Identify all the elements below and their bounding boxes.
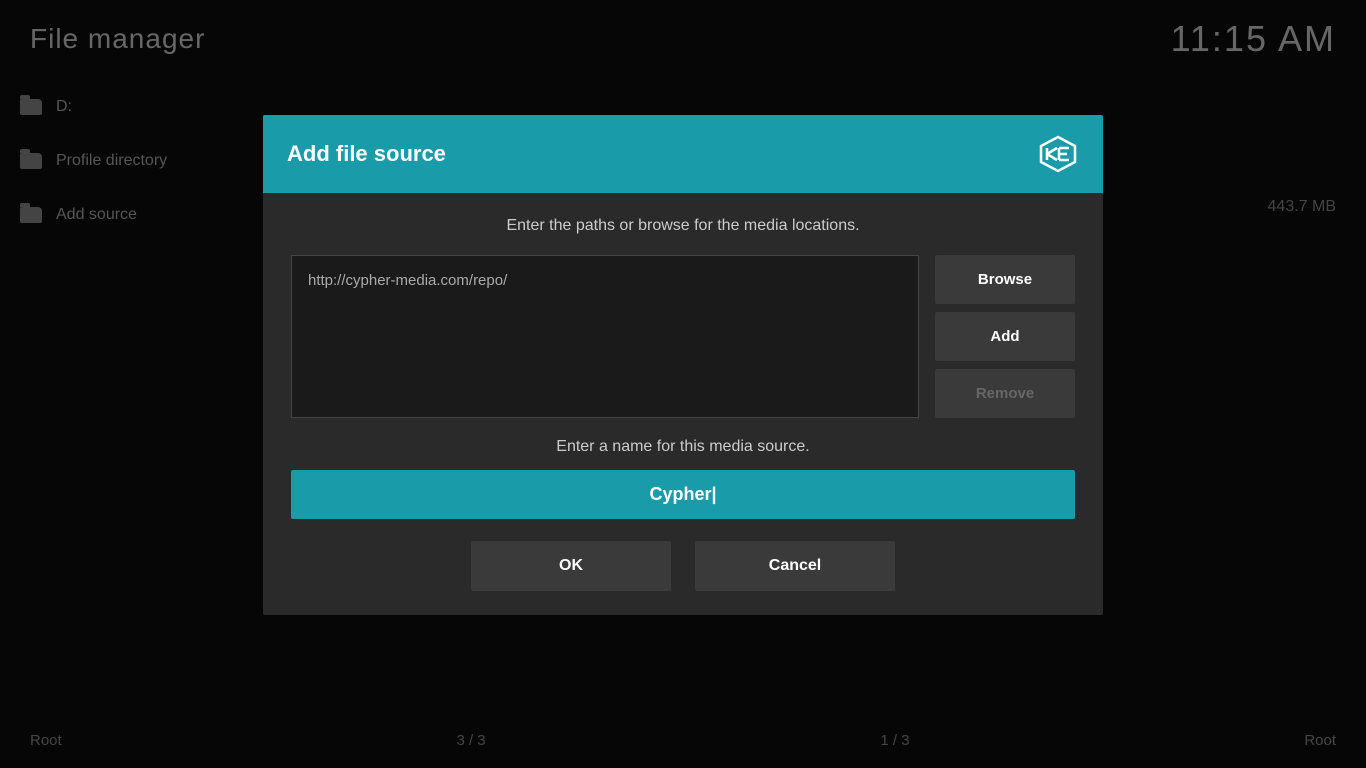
media-name-input[interactable]: Cypher| (291, 470, 1075, 519)
add-button[interactable]: Add (935, 312, 1075, 361)
dialog-title: Add file source (287, 141, 446, 167)
kodi-logo-icon (1037, 133, 1079, 175)
dialog-actions: OK Cancel (291, 541, 1075, 591)
add-file-source-dialog: Add file source Enter the paths or brows… (263, 115, 1103, 615)
ok-button[interactable]: OK (471, 541, 671, 591)
path-input-area[interactable]: http://cypher-media.com/repo/ (291, 255, 919, 418)
dialog-body: Enter the paths or browse for the media … (263, 193, 1103, 615)
cancel-button[interactable]: Cancel (695, 541, 895, 591)
name-instruction: Enter a name for this media source. (291, 438, 1075, 456)
browse-button[interactable]: Browse (935, 255, 1075, 304)
path-section: http://cypher-media.com/repo/ Browse Add… (291, 255, 1075, 418)
remove-button[interactable]: Remove (935, 369, 1075, 418)
path-instruction: Enter the paths or browse for the media … (291, 217, 1075, 235)
path-buttons: Browse Add Remove (935, 255, 1075, 418)
dialog-header: Add file source (263, 115, 1103, 193)
path-value: http://cypher-media.com/repo/ (308, 272, 507, 289)
